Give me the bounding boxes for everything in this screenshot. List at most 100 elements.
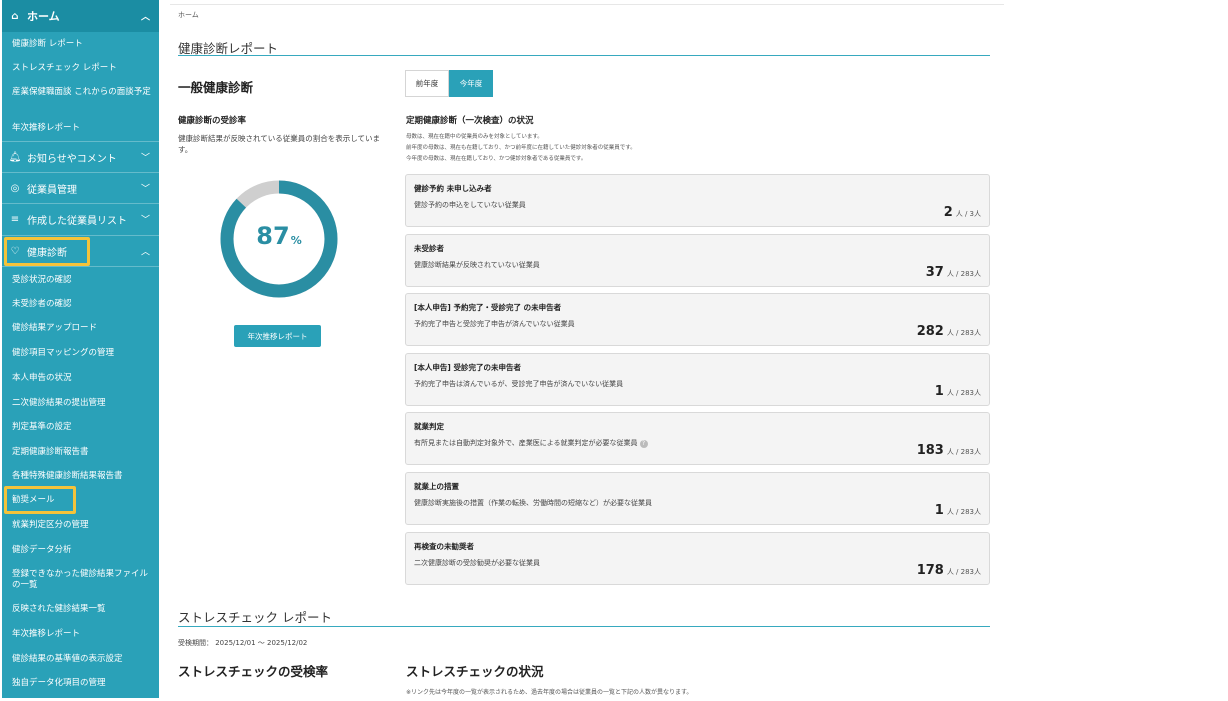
home-icon: ⌂: [11, 10, 19, 22]
card-value: 1: [934, 384, 944, 399]
sidebar-item-secondary-results[interactable]: 二次健診結果の提出管理: [12, 398, 154, 409]
tab-current-year[interactable]: 今年度: [449, 70, 493, 97]
stress-rate-title: ストレスチェックの受検率: [178, 664, 329, 679]
sidebar-item-recommend-mail[interactable]: 勧奨メール: [12, 495, 154, 506]
year-tabs: 前年度 今年度: [405, 70, 493, 97]
status-note: 今年度の母数は、現在在籍しており、かつ健診対象者である従業員です。: [406, 156, 587, 162]
section-underline: [178, 626, 990, 627]
chevron-down-icon: ﹀: [140, 215, 150, 226]
status-note: 母数は、現在在籍中の従業員のみを対象としています。: [406, 134, 543, 140]
card-count: 1人 / 283人: [935, 384, 981, 399]
status-title: 定期健康診断（一次検査）の状況: [406, 116, 534, 126]
general-checkup-title: 一般健康診断: [178, 80, 254, 95]
card-unit: 人 / 283人: [946, 389, 981, 397]
card-title: 未受診者: [414, 244, 444, 253]
sidebar-item-data-analysis[interactable]: 健診データ分析: [12, 545, 154, 556]
sidebar-section-notices[interactable]: 🔔︎ お知らせやコメント ﹀: [2, 142, 159, 172]
sidebar-item-criteria[interactable]: 判定基準の設定: [12, 422, 154, 433]
card-title: 健診予約 未申し込み者: [414, 184, 492, 193]
rate-description: 健康診断結果が反映されている従業員の割合を表示しています。: [178, 134, 381, 154]
card-title: [本人申告] 受診完了の未申告者: [414, 363, 521, 372]
card-count: 178 人 / 283人: [917, 563, 981, 578]
card-unit: 人 / 283人: [946, 448, 981, 456]
card-title: 就業判定: [414, 422, 444, 431]
card-count: 1人 / 283人: [935, 503, 981, 518]
card-description: 二次健康診断の受診勧奨が必要な従業員: [414, 559, 540, 567]
sidebar-item-custom-data[interactable]: 独自データ化項目の管理: [12, 678, 154, 689]
card-value: 178: [916, 563, 944, 578]
sidebar-section-employees[interactable]: ◎ 従業員管理 ﹀: [2, 173, 159, 203]
breadcrumb[interactable]: ホーム: [178, 10, 199, 20]
sidebar-item-annual-trend[interactable]: 年次推移レポート: [12, 629, 154, 640]
sidebar-section-home[interactable]: ⌂ ホーム ︿: [2, 0, 159, 32]
chevron-down-icon: ﹀: [140, 184, 150, 195]
sidebar-item-special-report[interactable]: 各種特殊健康診断結果報告書: [12, 471, 154, 482]
top-divider: [170, 4, 1004, 5]
card-unit: 人 / 3人: [955, 210, 981, 218]
rate-value: 87%: [219, 222, 339, 250]
sidebar-item-work-categories[interactable]: 就業判定区分の管理: [12, 520, 154, 531]
sidebar-section-label: 従業員管理: [27, 184, 77, 196]
sidebar-item-interview-schedule[interactable]: 産業保健職面談 これからの面談予定: [12, 87, 154, 98]
status-card[interactable]: 就業判定 有所見または自動判定対象外で、産業医による就業判定が必要な従業員? 1…: [405, 412, 990, 465]
card-unit: 人 / 283人: [946, 508, 981, 516]
stress-note: ※リンク先は今年度の一覧が表示されるため、過去年度の場合は従業員の一覧と下記の人…: [406, 689, 693, 696]
status-card[interactable]: 再検査の未勧奨者 二次健康診断の受診勧奨が必要な従業員 178 人 / 283人: [405, 532, 990, 585]
card-description: 健康診断結果が反映されていない従業員: [414, 261, 540, 269]
chevron-up-icon: ︿: [140, 12, 150, 23]
card-unit: 人 / 283人: [946, 329, 981, 337]
help-icon[interactable]: ?: [639, 440, 648, 448]
sidebar-item-annual-report[interactable]: 年次推移レポート: [12, 123, 154, 134]
card-value: 1: [934, 503, 944, 518]
card-value: 37: [925, 265, 944, 280]
tab-previous-year[interactable]: 前年度: [405, 70, 449, 97]
card-description: 健康診断実施後の措置（作業の転換、労働時間の短縮など）が必要な従業員: [414, 499, 652, 507]
annual-trend-button[interactable]: 年次推移レポート: [234, 325, 321, 347]
card-count: 183 人 / 283人: [917, 443, 981, 458]
status-card[interactable]: 就業上の措置 健康診断実施後の措置（作業の転換、労働時間の短縮など）が必要な従業…: [405, 472, 990, 525]
health-icon: ♡: [10, 245, 20, 257]
sidebar-item-failed-files[interactable]: 登録できなかった健診結果ファイルの一覧: [12, 569, 154, 591]
card-title: [本人申告] 予約完了・受診完了 の未申告者: [414, 303, 562, 312]
chevron-up-icon: ︿: [140, 247, 150, 258]
status-card[interactable]: 未受診者 健康診断結果が反映されていない従業員 37 人 / 283人: [405, 234, 990, 287]
card-description-row: 有所見または自動判定対象外で、産業医による就業判定が必要な従業員?: [414, 438, 648, 448]
card-description: 健診予約の申込をしていない従業員: [414, 201, 526, 209]
sidebar-section-label: 作成した従業員リスト: [27, 215, 127, 227]
sidebar: ⌂ ホーム ︿ 健康診断 レポート ストレスチェック レポート 産業保健職面談 …: [2, 0, 159, 698]
card-description: 有所見または自動判定対象外で、産業医による就業判定が必要な従業員: [414, 439, 638, 447]
sidebar-section-employee-lists[interactable]: ≡ 作成した従業員リスト ﹀: [2, 204, 159, 234]
status-card[interactable]: 健診予約 未申し込み者 健診予約の申込をしていない従業員 2人 / 3人: [405, 174, 990, 227]
list-icon: ≡: [10, 213, 20, 225]
stress-period: 受検期間： 2025/12/01 〜 2025/12/02: [178, 639, 308, 647]
rate-number: 87: [256, 222, 290, 250]
card-value: 282: [916, 324, 944, 339]
sidebar-item-stress-report[interactable]: ストレスチェック レポート: [12, 63, 154, 74]
stress-status-title: ストレスチェックの状況: [406, 664, 544, 679]
status-card[interactable]: [本人申告] 受診完了の未申告者 予約完了申告は済んでいるが、受診完了申告が済ん…: [405, 353, 990, 406]
sidebar-item-periodic-report[interactable]: 定期健康診断報告書: [12, 447, 154, 458]
card-description: 予約完了申告は済んでいるが、受診完了申告が済んでいない従業員: [414, 380, 624, 388]
sidebar-item-upload[interactable]: 健診結果アップロード: [12, 323, 154, 334]
card-count: 282 人 / 283人: [917, 324, 981, 339]
status-note: 前年度の母数は、現在も在籍しており、かつ前年度に在籍していた健診対象者の従業員で…: [406, 145, 636, 151]
sidebar-item-mapping[interactable]: 健診項目マッピングの管理: [12, 348, 154, 359]
card-unit: 人 / 283人: [946, 270, 981, 278]
card-description: 予約完了申告と受診完了申告が済んでいない従業員: [414, 320, 575, 328]
rate-title: 健康診断の受診率: [178, 116, 247, 126]
card-count: 37 人 / 283人: [926, 265, 981, 280]
card-title: 就業上の措置: [414, 482, 459, 491]
status-card[interactable]: [本人申告] 予約完了・受診完了 の未申告者 予約完了申告と受診完了申告が済んで…: [405, 293, 990, 346]
bell-icon: 🔔︎: [8, 151, 22, 163]
sidebar-section-health-checkup[interactable]: ♡ 健康診断 ︿: [2, 236, 159, 266]
sidebar-item-reference-display[interactable]: 健診結果の基準値の表示設定: [12, 654, 154, 665]
section-underline: [178, 55, 990, 56]
sidebar-item-unexamined[interactable]: 未受診者の確認: [12, 299, 154, 310]
sidebar-home-label: ホーム: [27, 10, 60, 23]
sidebar-item-exam-status[interactable]: 受診状況の確認: [12, 275, 154, 286]
sidebar-item-health-report[interactable]: 健康診断 レポート: [12, 39, 154, 50]
sidebar-divider: [2, 266, 159, 267]
sidebar-item-self-report[interactable]: 本人申告の状況: [12, 373, 154, 384]
sidebar-section-label: お知らせやコメント: [27, 153, 117, 165]
sidebar-item-reflected-results[interactable]: 反映された健診結果一覧: [12, 604, 154, 615]
